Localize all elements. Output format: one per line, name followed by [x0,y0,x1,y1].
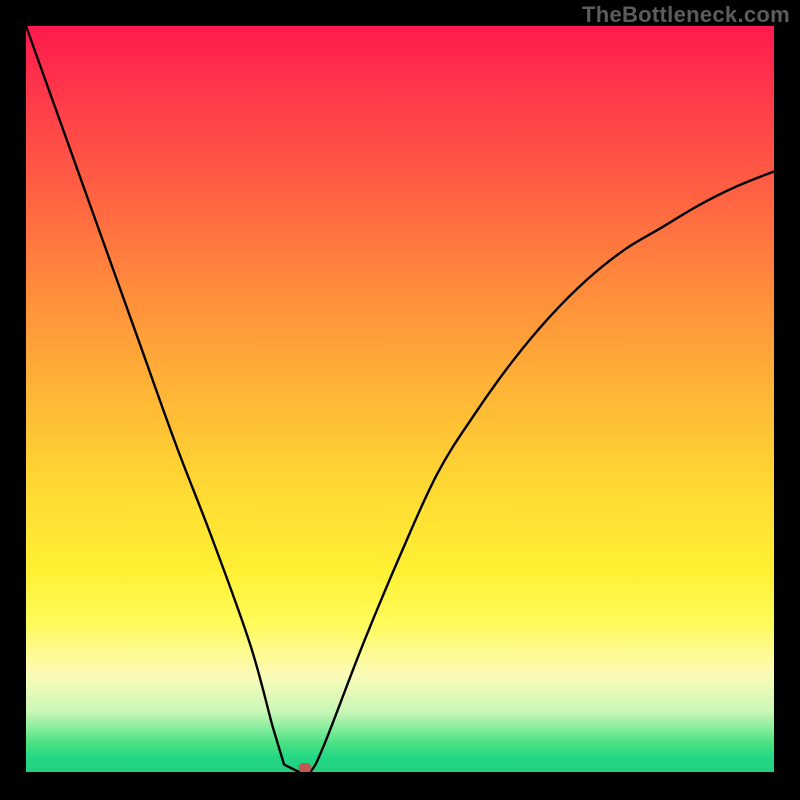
plot-area [26,26,774,772]
chart-frame: TheBottleneck.com [0,0,800,800]
optimal-point-marker [299,763,312,772]
watermark-text: TheBottleneck.com [582,2,790,28]
bottleneck-curve [26,26,774,772]
